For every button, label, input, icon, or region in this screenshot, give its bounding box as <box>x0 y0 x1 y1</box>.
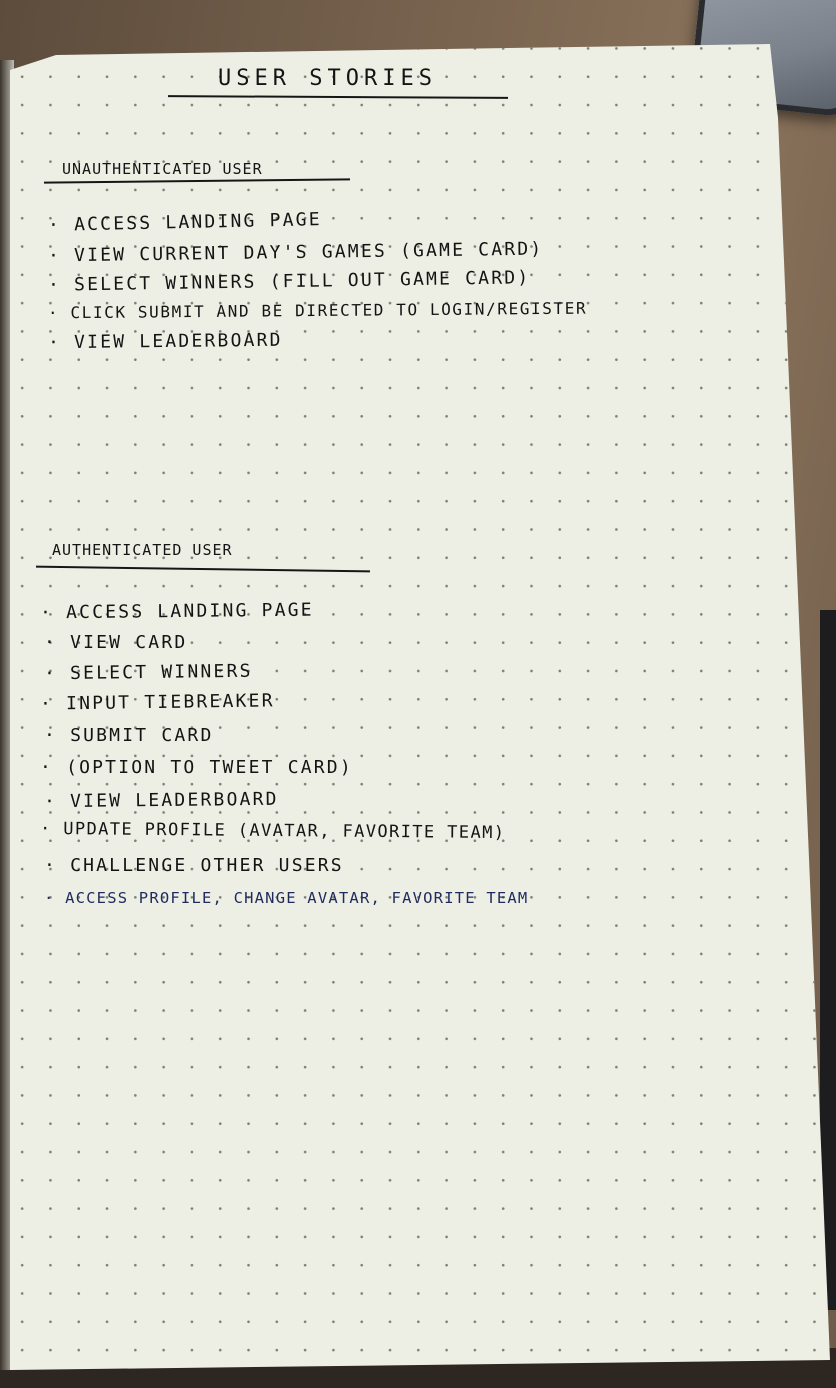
list-item: · Select Winners <box>43 660 253 685</box>
section-heading-authenticated: Authenticated User <box>52 541 233 559</box>
list-item: · View Leaderboard <box>43 788 279 813</box>
list-item: · Update Profile (Avatar, Favorite Team) <box>39 818 506 844</box>
section-heading-unauthenticated: Unauthenticated User <box>62 160 263 178</box>
list-item: · Submit Card <box>44 725 214 746</box>
notebook-page: User Stories Unauthenticated User · Acce… <box>10 44 830 1370</box>
list-item: · View Card <box>44 632 188 653</box>
list-item: · Input Tiebreaker <box>39 690 275 715</box>
list-item: · Challenge Other Users <box>44 855 344 876</box>
section-underline <box>36 565 370 573</box>
list-item: · Click Submit and be Directed to Login/… <box>47 298 588 323</box>
section-underline <box>43 178 351 184</box>
list-item: · View Leaderboard <box>47 329 283 354</box>
title-underline <box>167 95 509 99</box>
list-item: · Access Landing Page <box>39 599 314 624</box>
page-title: User Stories <box>218 66 437 91</box>
list-item-added-note: · Access Profile, Change Avatar, Favorit… <box>44 889 529 907</box>
list-item: · (Option to Tweet Card) <box>40 757 353 778</box>
list-item: · View Current Day's Games (Game Card) <box>47 238 544 267</box>
list-item: · Select Winners (Fill Out Game Card) <box>47 267 531 296</box>
list-item: · Access Landing Page <box>47 209 322 236</box>
